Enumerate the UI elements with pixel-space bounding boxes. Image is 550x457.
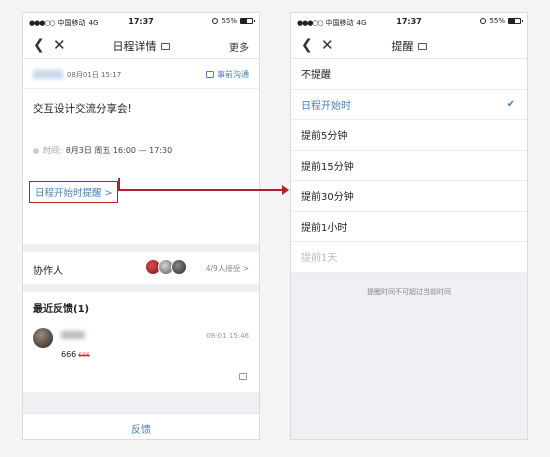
option-no-reminder[interactable]: 不提醒 <box>291 59 527 90</box>
comment-icon[interactable] <box>239 373 247 380</box>
status-bar: ●●●○○ 中国移动 4G 17:37 55% <box>291 13 527 31</box>
time-label: 时间: <box>43 146 62 155</box>
time-value: 8月3日 周五 16:00 — 17:30 <box>65 146 173 155</box>
option-15-minutes[interactable]: 提前15分钟 <box>291 151 527 181</box>
meta-row: 08月01日 15:17 事前沟通 <box>33 67 249 83</box>
option-30-minutes[interactable]: 提前30分钟 <box>291 181 527 212</box>
more-button[interactable]: 更多 <box>229 39 249 54</box>
status-bar: ●●●○○ 中国移动 4G 17:37 55% <box>23 13 259 31</box>
message-icon[interactable] <box>417 42 427 50</box>
reminder-options-list: 不提醒 日程开始时 ✔ 提前5分钟 提前15分钟 提前30分钟 提前1小时 提前1… <box>291 59 527 273</box>
feedback-text-value: 666 <box>61 350 77 359</box>
checkmark-icon: ✔ <box>506 98 515 110</box>
option-label: 提前15分钟 <box>301 161 354 173</box>
battery-percent: 55% <box>221 17 237 25</box>
option-label: 不提醒 <box>301 70 331 82</box>
avatar <box>33 328 53 348</box>
event-card: 08月01日 15:17 事前沟通 交互设计交流分享会! 时间: 8月3日 周五… <box>23 59 259 244</box>
alarm-icon <box>480 18 487 24</box>
message-icon[interactable] <box>160 42 170 50</box>
feedback-date: 08-01 15:46 <box>206 332 249 340</box>
feedback-text: 666 666 <box>61 350 90 359</box>
feedback-button[interactable]: 反馈 <box>23 413 259 439</box>
created-date: 08月01日 15:17 <box>67 71 122 79</box>
option-label: 提前1天 <box>301 253 338 265</box>
event-time: 时间: 8月3日 周五 16:00 — 17:30 <box>33 145 172 156</box>
feedback-section: 最近反馈(1) 08-01 15:46 666 666 <box>23 292 259 392</box>
page-title-text: 提醒 <box>391 40 414 53</box>
nav-bar: ❮ ✕ 日程详情 更多 <box>23 31 259 59</box>
creator-name-blurred <box>33 70 63 79</box>
connector-line <box>118 189 287 191</box>
page-title: 日程详情 <box>23 38 259 54</box>
status-right: 55% <box>480 17 523 25</box>
battery-fill <box>509 19 516 23</box>
pre-communication-link[interactable]: 事前沟通 <box>206 69 249 80</box>
feedback-strike-text: 666 <box>78 352 90 359</box>
page-title: 提醒 <box>291 38 527 54</box>
option-at-start[interactable]: 日程开始时 ✔ <box>291 90 527 120</box>
hint-text: 提醒时间不可超过当前时间 <box>367 287 451 296</box>
reminder-screen: ●●●○○ 中国移动 4G 17:37 55% ❮ ✕ 提醒 不提醒 日程开始时… <box>290 12 528 440</box>
battery-fill <box>241 19 248 23</box>
feedback-author-blurred <box>61 331 85 339</box>
option-label: 日程开始时 <box>301 100 351 112</box>
battery-percent: 55% <box>489 17 505 25</box>
option-5-minutes[interactable]: 提前5分钟 <box>291 120 527 151</box>
clock-icon <box>33 147 39 154</box>
option-label: 提前1小时 <box>301 222 348 234</box>
pre-communication-label: 事前沟通 <box>217 70 249 79</box>
schedule-detail-screen: ●●●○○ 中国移动 4G 17:37 55% ❮ ✕ 日程详情 更多 08月0… <box>22 12 260 440</box>
option-1-day: 提前1天 <box>291 242 527 273</box>
accepted-count: 4/9人接受 > <box>205 264 249 273</box>
alarm-icon <box>212 18 219 24</box>
option-label: 提前5分钟 <box>301 131 348 143</box>
chat-icon <box>206 71 214 78</box>
event-title: 交互设计交流分享会! <box>33 103 132 115</box>
option-label: 提前30分钟 <box>301 192 354 204</box>
arrow-head-icon <box>282 185 289 195</box>
page-title-text: 日程详情 <box>112 40 157 53</box>
divider <box>23 88 259 89</box>
feedback-title: 最近反馈(1) <box>33 304 90 315</box>
option-1-hour[interactable]: 提前1小时 <box>291 212 527 242</box>
avatar <box>171 259 187 275</box>
collaborators-row[interactable]: 协作人 4/9人接受 > <box>23 252 259 284</box>
battery-icon <box>240 18 255 24</box>
reminder-link[interactable]: 日程开始时提醒 > <box>29 181 119 203</box>
nav-bar: ❮ ✕ 提醒 <box>291 31 527 59</box>
collaborator-avatars <box>145 259 187 275</box>
status-right: 55% <box>212 17 255 25</box>
collaborators-label: 协作人 <box>33 266 63 277</box>
battery-icon <box>508 18 523 24</box>
